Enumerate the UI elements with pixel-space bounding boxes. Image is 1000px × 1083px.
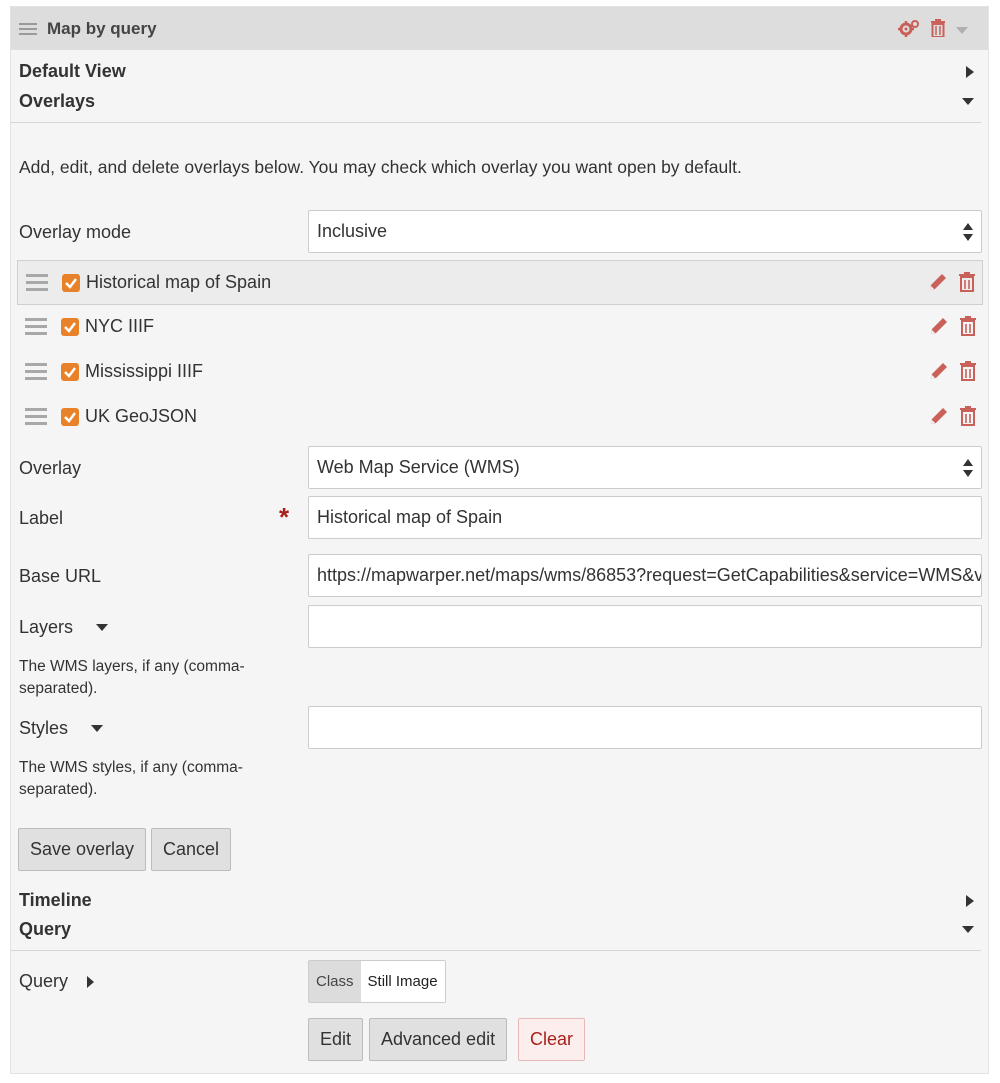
layers-label-text: Layers	[19, 617, 74, 637]
label-field-label: Label	[19, 508, 64, 528]
overlay-label: Mississippi IIIF	[85, 361, 204, 381]
block-title: Map by query	[47, 19, 157, 38]
divider	[11, 950, 981, 951]
query-type-toggle[interactable]: Class Still Image	[308, 960, 446, 1003]
drag-handle-icon[interactable]	[25, 407, 47, 430]
required-asterisk-icon: *	[279, 502, 290, 532]
block-header: Map by query	[11, 7, 988, 50]
overlays-description: Add, edit, and delete overlays below. Yo…	[19, 157, 742, 177]
styles-label[interactable]: Styles	[19, 718, 104, 739]
overlay-type-value: Web Map Service (WMS)	[317, 457, 520, 477]
overlay-mode-value: Inclusive	[317, 221, 388, 241]
chevron-right-icon[interactable]	[966, 895, 974, 907]
drag-handle-icon[interactable]	[25, 317, 47, 340]
layers-help-text: The WMS layers, if any (comma-separated)…	[19, 658, 245, 697]
overlay-list-item[interactable]: Historical map of Spain	[17, 260, 983, 305]
caret-down-icon[interactable]	[956, 22, 968, 40]
overlay-default-checkbox[interactable]	[62, 274, 80, 292]
save-overlay-button[interactable]: Save overlay	[18, 828, 147, 871]
toggle-class[interactable]: Class	[309, 961, 361, 1002]
chevron-down-icon[interactable]	[962, 926, 974, 933]
delete-trash-icon[interactable]	[959, 361, 977, 386]
map-by-query-block: Map by query Default View Overlays Add, …	[10, 6, 989, 1074]
overlay-default-checkbox[interactable]	[61, 408, 79, 426]
select-arrows-icon	[963, 223, 973, 241]
edit-pencil-icon[interactable]	[929, 361, 949, 386]
overlay-type-label: Overlay	[19, 458, 82, 478]
section-query[interactable]: Query	[19, 919, 71, 940]
settings-icon[interactable]	[898, 19, 920, 42]
overlay-list-item[interactable]: Mississippi IIIF	[17, 350, 983, 395]
trash-icon[interactable]	[930, 19, 946, 42]
cancel-button[interactable]: Cancel	[151, 828, 232, 871]
chevron-down-icon	[91, 725, 104, 733]
overlay-list-item[interactable]: NYC IIIF	[17, 305, 983, 350]
overlay-type-select[interactable]: Web Map Service (WMS)	[308, 446, 982, 489]
delete-trash-icon[interactable]	[959, 406, 977, 431]
edit-pencil-icon[interactable]	[929, 316, 949, 341]
select-arrows-icon	[963, 459, 973, 477]
query-label[interactable]: Query	[19, 971, 95, 992]
chevron-right-icon	[87, 976, 95, 989]
styles-label-text: Styles	[19, 718, 69, 738]
overlay-label: UK GeoJSON	[85, 406, 198, 426]
overlay-default-checkbox[interactable]	[61, 363, 79, 381]
edit-pencil-icon[interactable]	[929, 406, 949, 431]
advanced-edit-button[interactable]: Advanced edit	[369, 1018, 508, 1061]
section-default-view[interactable]: Default View	[19, 61, 126, 82]
chevron-down-icon[interactable]	[962, 98, 974, 105]
section-timeline[interactable]: Timeline	[19, 890, 92, 911]
drag-handle-icon[interactable]	[26, 273, 48, 296]
overlay-label: Historical map of Spain	[86, 272, 272, 292]
drag-handle-icon[interactable]	[25, 362, 47, 385]
drag-handle-icon[interactable]	[19, 22, 37, 41]
divider	[11, 122, 981, 123]
overlay-default-checkbox[interactable]	[61, 318, 79, 336]
section-overlays[interactable]: Overlays	[19, 91, 95, 112]
chevron-right-icon[interactable]	[966, 66, 974, 78]
base-url-label: Base URL	[19, 566, 102, 586]
delete-trash-icon[interactable]	[958, 272, 976, 297]
layers-label[interactable]: Layers	[19, 617, 109, 638]
edit-button[interactable]: Edit	[308, 1018, 364, 1061]
query-label-text: Query	[19, 971, 69, 991]
styles-help-text: The WMS styles, if any (comma-separated)…	[19, 759, 243, 798]
layers-input[interactable]	[308, 605, 982, 648]
chevron-down-icon	[96, 624, 109, 632]
block-actions	[898, 19, 968, 42]
overlay-label: NYC IIIF	[85, 316, 155, 336]
base-url-input[interactable]: https://mapwarper.net/maps/wms/86853?req…	[308, 554, 982, 597]
delete-trash-icon[interactable]	[959, 316, 977, 341]
overlay-mode-label: Overlay mode	[19, 222, 132, 242]
clear-button[interactable]: Clear	[518, 1018, 586, 1061]
toggle-still-image[interactable]: Still Image	[360, 961, 445, 1002]
overlay-mode-select[interactable]: Inclusive	[308, 210, 982, 253]
edit-pencil-icon[interactable]	[928, 272, 948, 297]
overlay-list-item[interactable]: UK GeoJSON	[17, 395, 983, 440]
styles-input[interactable]	[308, 706, 982, 749]
label-input[interactable]: Historical map of Spain	[308, 496, 982, 539]
